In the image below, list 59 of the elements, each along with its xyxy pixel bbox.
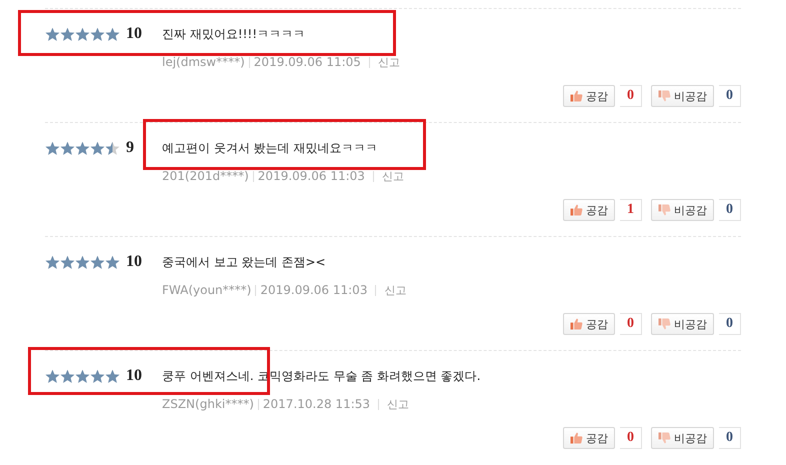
star-icon xyxy=(45,368,60,384)
star-icon xyxy=(45,254,60,270)
author-name: 201(201d****) xyxy=(162,169,249,183)
star-icon xyxy=(60,368,75,384)
star-icon xyxy=(90,140,105,156)
dislike-count: 0 xyxy=(719,313,741,335)
star-icon xyxy=(45,26,60,42)
dislike-button[interactable]: 비공감 xyxy=(651,313,714,335)
thumbs-down-icon xyxy=(658,432,671,444)
like-count: 0 xyxy=(620,427,642,449)
thumbs-up-icon xyxy=(570,318,583,330)
star-icon xyxy=(105,140,120,156)
like-count: 1 xyxy=(620,199,642,221)
rating-score: 10 xyxy=(126,25,143,43)
star-icon xyxy=(45,140,60,156)
dislike-count: 0 xyxy=(719,199,741,221)
star-icon xyxy=(90,368,105,384)
review-text: 진짜 재밌어요!!!!ㅋㅋㅋㅋ xyxy=(162,26,306,42)
dislike-count: 0 xyxy=(719,427,741,449)
dislike-button[interactable]: 비공감 xyxy=(651,85,714,107)
star-icon xyxy=(60,140,75,156)
review-date: 2019.09.06 11:03 xyxy=(260,283,368,297)
review-date: 2019.09.06 11:05 xyxy=(254,55,361,69)
star-icon xyxy=(105,26,120,42)
like-button[interactable]: 공감 xyxy=(563,427,615,449)
like-count: 0 xyxy=(620,313,642,335)
star-icon xyxy=(105,368,120,384)
review-date: 2019.09.06 11:03 xyxy=(258,169,365,183)
star-icon xyxy=(75,26,90,42)
star-icon xyxy=(60,26,75,42)
thumbs-up-icon xyxy=(570,432,583,444)
like-button[interactable]: 공감 xyxy=(563,313,615,335)
dislike-count: 0 xyxy=(719,85,741,107)
star-icon xyxy=(90,26,105,42)
author-name: FWA(youn****) xyxy=(162,283,252,297)
thumbs-down-icon xyxy=(658,204,671,216)
thumbs-up-icon xyxy=(570,90,583,102)
rating-score: 9 xyxy=(126,139,135,157)
thumbs-down-icon xyxy=(658,90,671,102)
star-icon xyxy=(90,254,105,270)
like-button[interactable]: 공감 xyxy=(563,199,615,221)
star-icon xyxy=(105,254,120,270)
star-icon xyxy=(75,140,90,156)
review-text: 예고편이 웃겨서 봤는데 재밌네요ㅋㅋㅋ xyxy=(162,140,378,156)
star-icon xyxy=(75,254,90,270)
like-count: 0 xyxy=(620,85,642,107)
review-text: 중국에서 보고 왔는데 존잼>< xyxy=(162,254,326,270)
star-icon xyxy=(60,254,75,270)
review-date: 2017.10.28 11:53 xyxy=(262,397,370,411)
like-button[interactable]: 공감 xyxy=(563,85,615,107)
dislike-button[interactable]: 비공감 xyxy=(651,427,714,449)
rating-score: 10 xyxy=(126,253,143,271)
author-name: ZSZN(ghki****) xyxy=(162,397,254,411)
rating-score: 10 xyxy=(126,367,143,385)
author-name: lej(dmsw****) xyxy=(162,55,245,69)
thumbs-up-icon xyxy=(570,204,583,216)
thumbs-down-icon xyxy=(658,318,671,330)
dislike-button[interactable]: 비공감 xyxy=(651,199,714,221)
star-icon xyxy=(75,368,90,384)
